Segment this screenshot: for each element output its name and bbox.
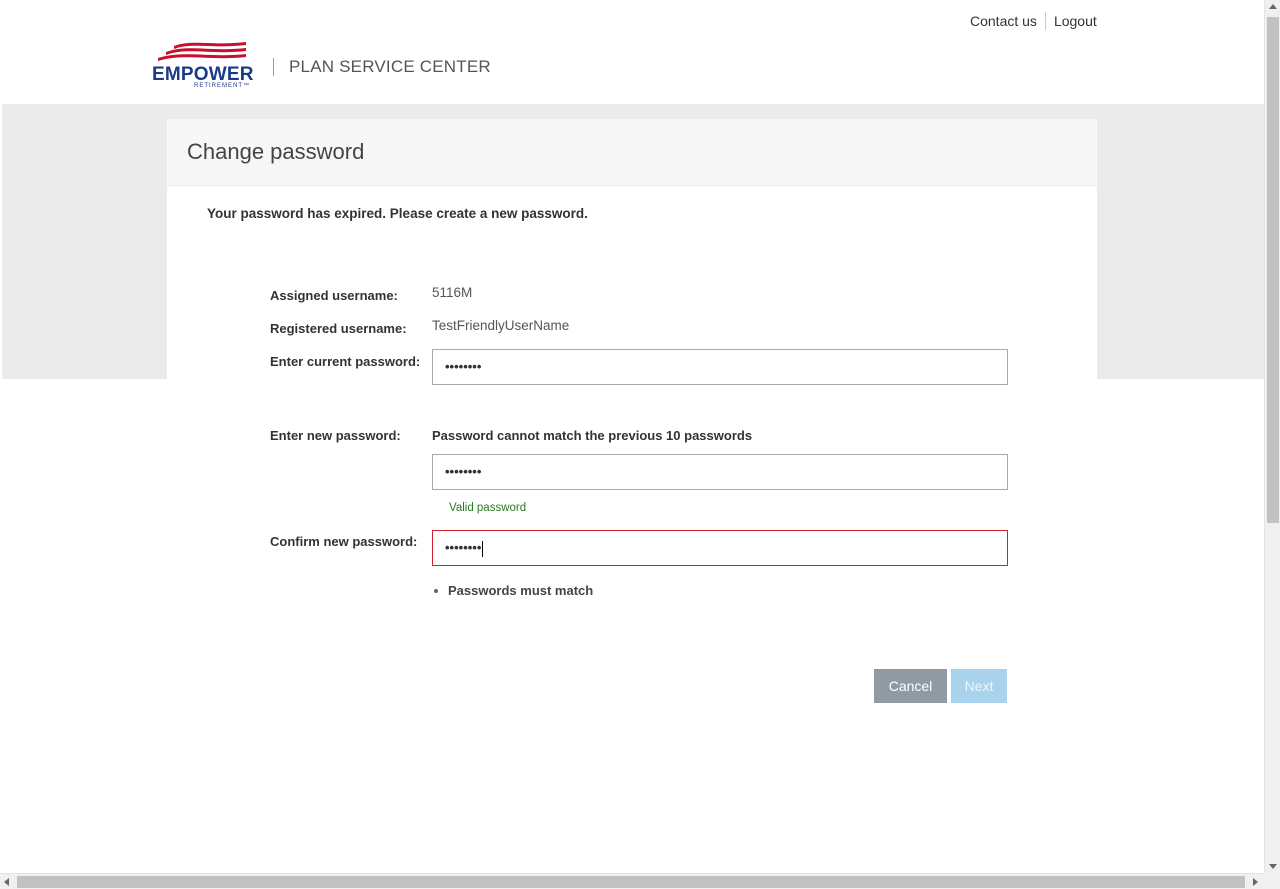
assigned-username-label: Assigned username: [270,288,398,303]
page-title: Change password [187,139,365,164]
logout-link[interactable]: Logout [1054,13,1097,29]
password-valid-status: Valid password [449,502,527,514]
change-password-card: Change password Your password has expire… [167,119,1097,769]
scrollbar-corner [1264,873,1280,889]
top-links: Contact us Logout [970,12,1097,30]
password-match-error: Passwords must match [434,583,593,598]
current-password-mask: •••••••• [445,359,482,374]
current-password-label: Enter current password: [270,354,421,369]
page: Contact us Logout EMPOWER RETIREMENT™ PL… [0,0,1264,873]
registered-username-label: Registered username: [270,321,407,336]
confirm-password-mask: •••••••• [445,540,482,555]
contact-us-link[interactable]: Contact us [970,13,1037,29]
vertical-scroll-thumb[interactable] [1267,17,1279,523]
current-password-input[interactable]: •••••••• [432,349,1008,385]
password-match-error-text: Passwords must match [448,583,594,598]
cancel-button[interactable]: Cancel [874,669,947,703]
scroll-right-icon[interactable] [1253,878,1258,886]
flag-stripes-icon [158,42,246,61]
new-password-input[interactable]: •••••••• [432,454,1008,490]
text-caret [482,540,484,557]
registered-username-value: TestFriendlyUserName [432,318,570,333]
horizontal-scroll-thumb[interactable] [17,876,1245,888]
next-button[interactable]: Next [951,669,1007,703]
new-password-hint: Password cannot match the previous 10 pa… [432,428,753,443]
bullet-icon [434,588,438,593]
assigned-username-value: 5116M [432,285,473,300]
confirm-password-label: Confirm new password: [270,534,418,549]
card-header: Change password [167,119,1097,186]
scroll-left-icon[interactable] [4,878,9,886]
scroll-down-icon[interactable] [1269,864,1277,869]
header-divider [273,58,274,76]
logo-subtitle: RETIREMENT™ [194,83,250,89]
scroll-up-icon[interactable] [1269,4,1277,9]
expired-message: Your password has expired. Please create… [207,206,588,221]
site-title: PLAN SERVICE CENTER [289,57,491,76]
empower-logo[interactable]: EMPOWER RETIREMENT™ [152,40,253,92]
confirm-password-input[interactable]: •••••••• [432,530,1008,566]
new-password-label: Enter new password: [270,428,401,443]
new-password-mask: •••••••• [445,464,482,479]
horizontal-scrollbar[interactable] [0,873,1264,889]
vertical-scrollbar[interactable] [1264,0,1280,873]
top-links-divider [1044,12,1046,30]
